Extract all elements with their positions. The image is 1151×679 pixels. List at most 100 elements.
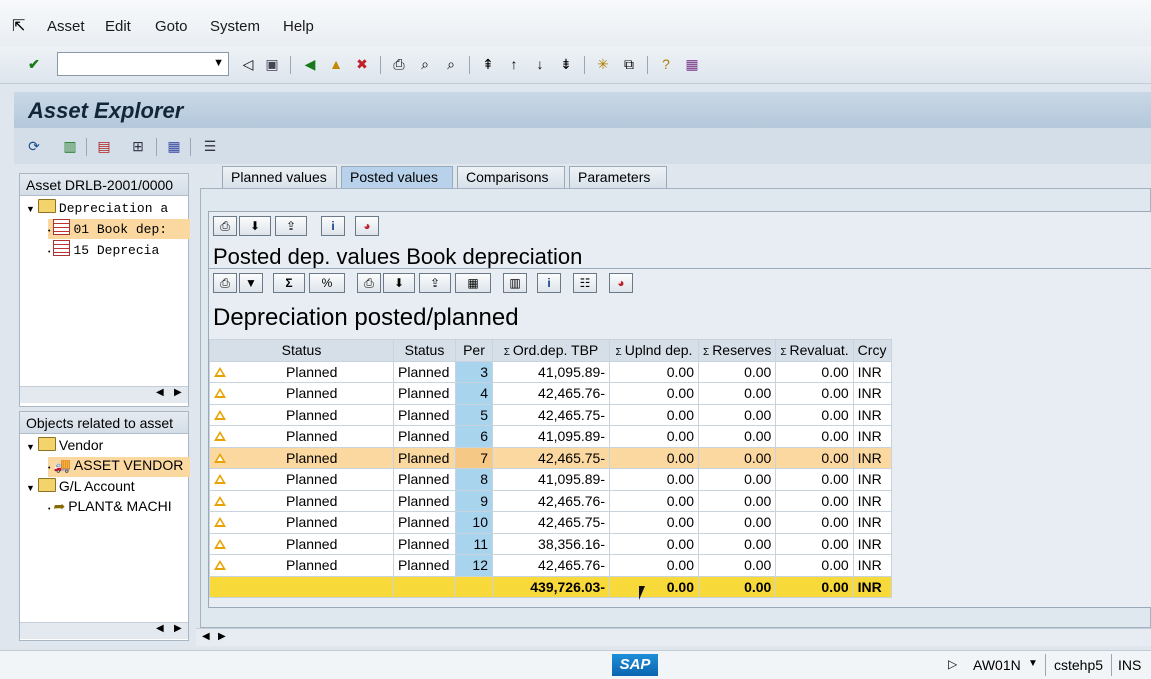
scroll-right-icon[interactable]: ▶ bbox=[174, 387, 182, 398]
cell-ord[interactable]: 42,465.75- bbox=[492, 511, 610, 534]
cell-reserves[interactable]: 0.00 bbox=[697, 382, 777, 405]
cell-status2[interactable]: Planned bbox=[393, 360, 456, 383]
cell-reserves[interactable]: 0.00 bbox=[697, 489, 777, 512]
cell-reserves[interactable]: 0.00 bbox=[697, 554, 777, 577]
cell-status2[interactable]: Planned bbox=[393, 532, 456, 555]
cell-reval[interactable]: 0.00 bbox=[775, 425, 854, 448]
cell-per[interactable]: 9 bbox=[455, 489, 493, 512]
list-icon[interactable]: ☰ bbox=[200, 136, 220, 156]
tab-posted-values[interactable]: Posted values bbox=[341, 166, 453, 188]
tree-node-gl-account[interactable]: ▼ G/L Account bbox=[26, 478, 135, 494]
cell-ord[interactable]: 41,095.89- bbox=[492, 360, 610, 383]
column-status[interactable]: Status bbox=[209, 339, 394, 362]
cell-crcy[interactable]: INR bbox=[852, 532, 892, 555]
cell-ord[interactable]: 42,465.75- bbox=[492, 403, 610, 426]
cell-per[interactable]: 6 bbox=[455, 425, 493, 448]
send-icon[interactable]: ⇪ bbox=[275, 216, 307, 236]
cell-reval[interactable]: 0.00 bbox=[775, 532, 854, 555]
table-row[interactable]: Planned Planned 8 41,095.89- 0.00 0.00 0.00 INR bbox=[209, 468, 892, 491]
cell-crcy[interactable]: INR bbox=[852, 382, 892, 405]
cell-uplnd[interactable]: 0.00 bbox=[609, 360, 699, 383]
last-page-icon[interactable]: ⇟ bbox=[556, 54, 576, 74]
cell-crcy[interactable]: INR bbox=[852, 468, 892, 491]
scroll-right-icon[interactable]: ▶ bbox=[174, 623, 182, 634]
cell-reserves[interactable]: 0.00 bbox=[697, 511, 777, 534]
filter-icon[interactable]: ▼ bbox=[239, 273, 263, 293]
cell-uplnd[interactable]: 0.00 bbox=[609, 511, 699, 534]
cell-status1[interactable]: Planned bbox=[209, 446, 394, 469]
cell-reval[interactable]: 0.00 bbox=[775, 446, 854, 469]
cell-status1[interactable]: Planned bbox=[209, 489, 394, 512]
back-arrow-icon[interactable]: ◁ bbox=[238, 54, 258, 74]
expand-arrow-icon[interactable]: ▼ bbox=[26, 483, 35, 493]
cell-reval[interactable]: 0.00 bbox=[775, 403, 854, 426]
back-icon[interactable]: ◀ bbox=[300, 54, 320, 74]
table-row[interactable]: Planned Planned 4 42,465.76- 0.00 0.00 0.00 INR bbox=[209, 382, 892, 405]
info-icon[interactable]: i bbox=[321, 216, 345, 236]
exit-icon[interactable]: ⇱ bbox=[12, 16, 25, 36]
table-row[interactable]: Planned Planned 3 41,095.89- 0.00 0.00 0.00 INR bbox=[209, 360, 892, 383]
cell-ord[interactable]: 41,095.89- bbox=[492, 425, 610, 448]
content-horizontal-scrollbar[interactable]: ◀ ▶ bbox=[196, 628, 1151, 646]
column-status-2[interactable]: Status bbox=[393, 339, 456, 362]
table-row[interactable]: Planned Planned 7 42,465.75- 0.00 0.00 0.00 INR bbox=[209, 446, 892, 469]
print-icon[interactable]: ⎙ bbox=[389, 54, 409, 74]
tree-node-depreciation[interactable]: ▼ Depreciation a bbox=[26, 199, 168, 216]
cell-reserves[interactable]: 0.00 bbox=[697, 532, 777, 555]
cell-reserves[interactable]: 0.00 bbox=[697, 425, 777, 448]
find-icon[interactable]: ⌕ bbox=[415, 54, 435, 74]
cell-uplnd[interactable]: 0.00 bbox=[609, 425, 699, 448]
cell-ord[interactable]: 42,465.76- bbox=[492, 554, 610, 577]
cell-reserves[interactable]: 0.00 bbox=[697, 468, 777, 491]
previous-page-icon[interactable]: ↑ bbox=[504, 54, 524, 74]
cell-ord[interactable]: 42,465.75- bbox=[492, 446, 610, 469]
export-icon[interactable]: ⬇ bbox=[239, 216, 271, 236]
cell-uplnd[interactable]: 0.00 bbox=[609, 532, 699, 555]
cell-uplnd[interactable]: 0.00 bbox=[609, 468, 699, 491]
shortcut-icon[interactable]: ⧉ bbox=[619, 54, 639, 74]
cell-reval[interactable]: 0.00 bbox=[775, 554, 854, 577]
horizontal-scrollbar[interactable]: ◀ ▶ bbox=[20, 622, 188, 639]
cell-crcy[interactable]: INR bbox=[852, 511, 892, 534]
cell-status2[interactable]: Planned bbox=[393, 403, 456, 426]
cell-status1[interactable]: Planned bbox=[209, 554, 394, 577]
table-row[interactable]: Planned Planned 12 42,465.76- 0.00 0.00 0.00 IN… bbox=[209, 554, 892, 577]
cell-uplnd[interactable]: 0.00 bbox=[609, 446, 699, 469]
scroll-left-icon[interactable]: ◀ bbox=[156, 387, 164, 398]
cell-status1[interactable]: Planned bbox=[209, 403, 394, 426]
exit-icon[interactable]: ▲ bbox=[326, 54, 346, 74]
info-icon[interactable]: i bbox=[537, 273, 561, 293]
menu-goto[interactable]: Goto bbox=[155, 18, 188, 35]
cell-reval[interactable]: 0.00 bbox=[775, 360, 854, 383]
cell-crcy[interactable]: INR bbox=[852, 403, 892, 426]
customize-layout-icon[interactable]: ▦ bbox=[682, 54, 702, 74]
cell-ord[interactable]: 38,356.16- bbox=[492, 532, 610, 555]
table-row[interactable]: Planned Planned 10 42,465.75- 0.00 0.00 0.00 IN… bbox=[209, 511, 892, 534]
tab-planned-values[interactable]: Planned values bbox=[222, 166, 337, 188]
command-field[interactable]: ▼ bbox=[57, 52, 229, 76]
cell-per[interactable]: 7 bbox=[455, 446, 493, 469]
cell-reval[interactable]: 0.00 bbox=[775, 382, 854, 405]
cell-reserves[interactable]: 0.00 bbox=[697, 360, 777, 383]
cell-status1[interactable]: Planned bbox=[209, 425, 394, 448]
cell-status2[interactable]: Planned bbox=[393, 425, 456, 448]
print-icon[interactable]: ⎙ bbox=[213, 216, 237, 236]
cell-per[interactable]: 8 bbox=[455, 468, 493, 491]
abc-analysis-icon[interactable]: ☷ bbox=[573, 273, 597, 293]
transaction-code[interactable]: AW01N bbox=[973, 657, 1021, 673]
cell-reval[interactable]: 0.00 bbox=[775, 468, 854, 491]
expand-arrow-icon[interactable]: ▼ bbox=[26, 204, 35, 214]
save-icon[interactable]: ▣ bbox=[262, 54, 282, 74]
cell-status2[interactable]: Planned bbox=[393, 446, 456, 469]
structure-icon[interactable]: ⊞ bbox=[128, 136, 148, 156]
cell-reserves[interactable]: 0.00 bbox=[697, 446, 777, 469]
cell-uplnd[interactable]: 0.00 bbox=[609, 489, 699, 512]
cell-crcy[interactable]: INR bbox=[852, 360, 892, 383]
cell-per[interactable]: 4 bbox=[455, 382, 493, 405]
tree-node-book-depreciation[interactable]: • 01 Book dep: bbox=[48, 219, 190, 239]
cell-status2[interactable]: Planned bbox=[393, 489, 456, 512]
tree-node-asset-vendor[interactable]: • 🚚 ASSET VENDOR bbox=[48, 457, 190, 477]
cell-reval[interactable]: 0.00 bbox=[775, 489, 854, 512]
menu-help[interactable]: Help bbox=[283, 18, 314, 35]
chevron-down-icon[interactable]: ▼ bbox=[213, 57, 224, 69]
